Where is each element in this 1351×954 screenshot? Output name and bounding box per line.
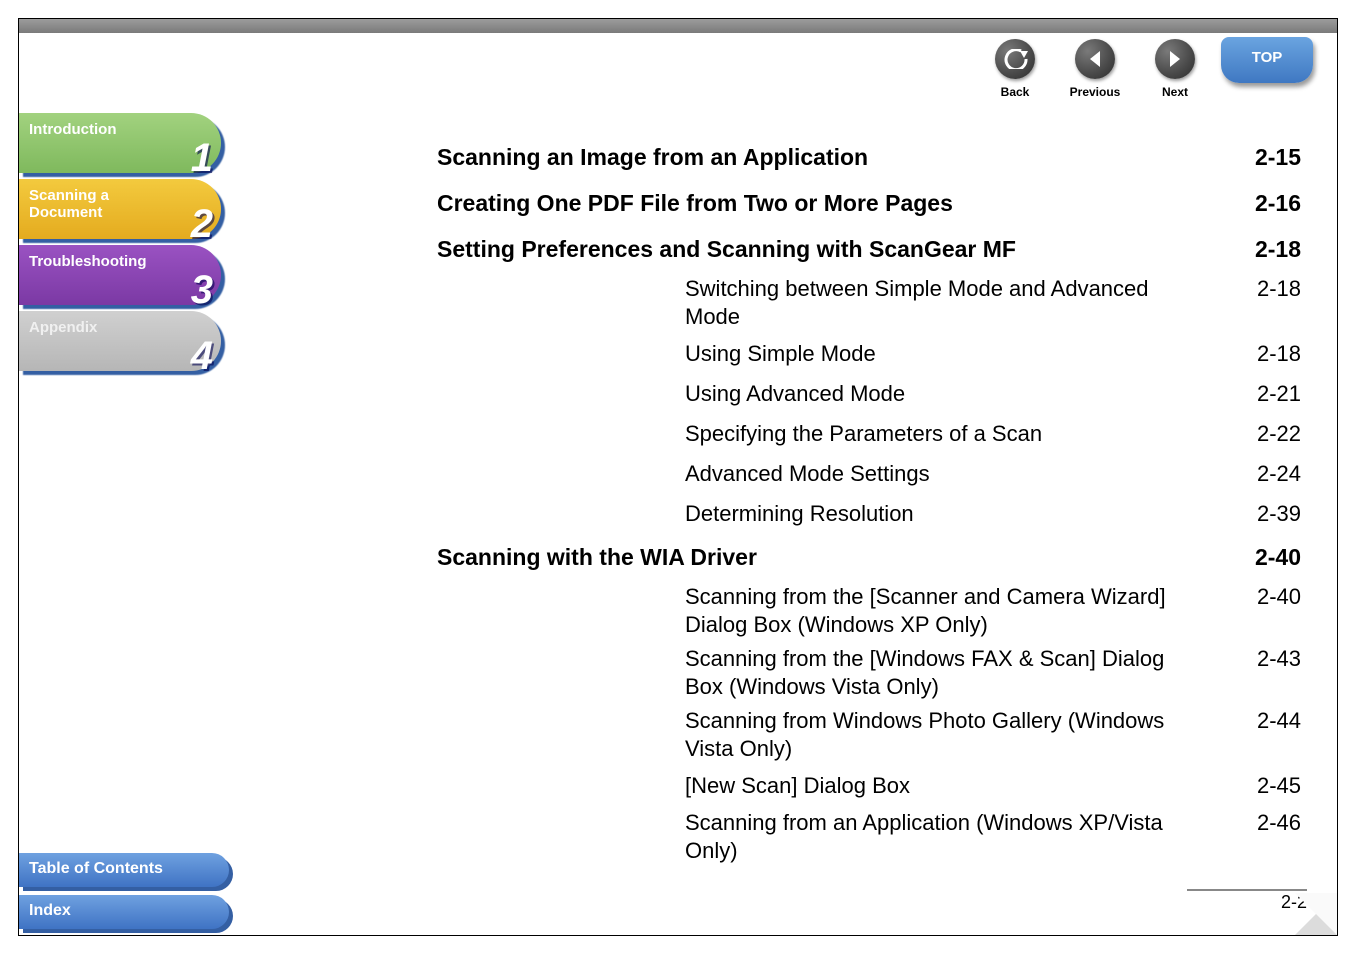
- toc-subsection-title: Advanced Mode Settings: [685, 457, 936, 491]
- toc-subsection-page: 2-24: [1251, 457, 1301, 491]
- sidebar-tab-number: 1: [191, 136, 213, 181]
- nav-top-button[interactable]: TOP: [1221, 37, 1313, 83]
- toc-subsection-title: Switching between Simple Mode and Advanc…: [685, 275, 1205, 331]
- toc-section-title: Scanning an Image from an Application: [437, 137, 874, 177]
- toc-subsection-title: Scanning from an Application (Windows XP…: [685, 809, 1205, 865]
- sidebar-tab-appendix[interactable]: Appendix 4: [19, 311, 223, 373]
- footer-rule: [1187, 889, 1307, 891]
- next-icon[interactable]: [1155, 39, 1195, 79]
- toc-subsection-title: Scanning from the [Scanner and Camera Wi…: [685, 583, 1205, 639]
- nav-previous[interactable]: Previous: [1055, 39, 1135, 99]
- nav-back[interactable]: Back: [975, 39, 1055, 99]
- toc-subsection-title: Determining Resolution: [685, 497, 920, 531]
- toc-subsection[interactable]: [New Scan] Dialog Box 2-45: [685, 769, 1301, 803]
- toc-subsection-page: 2-39: [1251, 497, 1301, 531]
- toc-section[interactable]: Creating One PDF File from Two or More P…: [437, 183, 1301, 223]
- toc-subsection-page: 2-22: [1251, 417, 1301, 451]
- sidebar: Introduction 1 Scanning a Document 2 Tro…: [19, 113, 223, 377]
- toc-section-page: 2-15: [1249, 137, 1301, 177]
- toc-section-title: Creating One PDF File from Two or More P…: [437, 183, 959, 223]
- toc-subsection[interactable]: Using Advanced Mode 2-21: [685, 377, 1301, 411]
- toc-section-page: 2-16: [1249, 183, 1301, 223]
- toc-subsection[interactable]: Scanning from the [Scanner and Camera Wi…: [685, 583, 1301, 639]
- toc-subsection-page: 2-18: [1251, 275, 1301, 303]
- toc-subsection[interactable]: Scanning from an Application (Windows XP…: [685, 809, 1301, 865]
- toc-subsection-title: [New Scan] Dialog Box: [685, 769, 916, 803]
- toc-subsection-title: Scanning from Windows Photo Gallery (Win…: [685, 707, 1205, 763]
- toc-subsection-page: 2-21: [1251, 377, 1301, 411]
- toc-subsection[interactable]: Scanning from Windows Photo Gallery (Win…: [685, 707, 1301, 763]
- toc-subsection-page: 2-45: [1251, 769, 1301, 803]
- nav-next-label: Next: [1135, 85, 1215, 99]
- toc-subsection-title: Scanning from the [Windows FAX & Scan] D…: [685, 645, 1205, 701]
- sidebar-tab-introduction[interactable]: Introduction 1: [19, 113, 223, 175]
- toc-section[interactable]: Scanning with the WIA Driver 2-40: [437, 537, 1301, 577]
- page-frame: Back Previous Next TOP Introduction 1 Sc…: [18, 18, 1338, 936]
- toc-subsection-page: 2-46: [1251, 809, 1301, 837]
- sidebar-tab-label: Scanning a Document: [29, 187, 169, 221]
- page-fold-corner: [1295, 893, 1337, 935]
- sidebar-tab-label: Introduction: [29, 121, 169, 138]
- toc-section-title: Setting Preferences and Scanning with Sc…: [437, 229, 1022, 269]
- index-link[interactable]: Index: [19, 895, 231, 931]
- nav-next[interactable]: Next: [1135, 39, 1215, 99]
- previous-icon[interactable]: [1075, 39, 1115, 79]
- sidebar-tab-label: Troubleshooting: [29, 253, 169, 270]
- toc-subsection-page: 2-43: [1251, 645, 1301, 673]
- sidebar-bottom-links: Table of Contents Index: [19, 847, 231, 931]
- link-label: Index: [19, 895, 229, 929]
- toc-subsection[interactable]: Specifying the Parameters of a Scan 2-22: [685, 417, 1301, 451]
- toc-subsection[interactable]: Using Simple Mode 2-18: [685, 337, 1301, 371]
- sidebar-tab-number: 3: [191, 268, 213, 313]
- sidebar-tab-label: Appendix: [29, 319, 169, 336]
- header-bar: [19, 19, 1337, 33]
- toc-subsection-title: Using Simple Mode: [685, 337, 882, 371]
- nav-previous-label: Previous: [1055, 85, 1135, 99]
- toc-section[interactable]: Scanning an Image from an Application 2-1…: [437, 137, 1301, 177]
- sidebar-tab-number: 2: [191, 202, 213, 247]
- toc-subsection-title: Specifying the Parameters of a Scan: [685, 417, 1048, 451]
- table-of-contents-link[interactable]: Table of Contents: [19, 853, 231, 889]
- toc-section-page: 2-40: [1249, 537, 1301, 577]
- nav-cluster: Back Previous Next TOP: [975, 39, 1313, 103]
- toc-subsection-title: Using Advanced Mode: [685, 377, 911, 411]
- sidebar-tab-number: 4: [191, 334, 213, 379]
- toc-subsection[interactable]: Scanning from the [Windows FAX & Scan] D…: [685, 645, 1301, 701]
- main-content-toc: Scanning an Image from an Application 2-1…: [437, 137, 1301, 871]
- toc-section-page: 2-18: [1249, 229, 1301, 269]
- nav-back-label: Back: [975, 85, 1055, 99]
- toc-section[interactable]: Setting Preferences and Scanning with Sc…: [437, 229, 1301, 269]
- toc-subsection-page: 2-44: [1251, 707, 1301, 735]
- toc-subsection[interactable]: Advanced Mode Settings 2-24: [685, 457, 1301, 491]
- toc-subsection-page: 2-18: [1251, 337, 1301, 371]
- back-icon[interactable]: [995, 39, 1035, 79]
- toc-subsection[interactable]: Switching between Simple Mode and Advanc…: [685, 275, 1301, 331]
- sidebar-tab-scanning[interactable]: Scanning a Document 2: [19, 179, 223, 241]
- toc-subsection[interactable]: Determining Resolution 2-39: [685, 497, 1301, 531]
- link-label: Table of Contents: [19, 853, 229, 887]
- sidebar-tab-troubleshooting[interactable]: Troubleshooting 3: [19, 245, 223, 307]
- toc-subsection-page: 2-40: [1251, 583, 1301, 611]
- toc-section-title: Scanning with the WIA Driver: [437, 537, 763, 577]
